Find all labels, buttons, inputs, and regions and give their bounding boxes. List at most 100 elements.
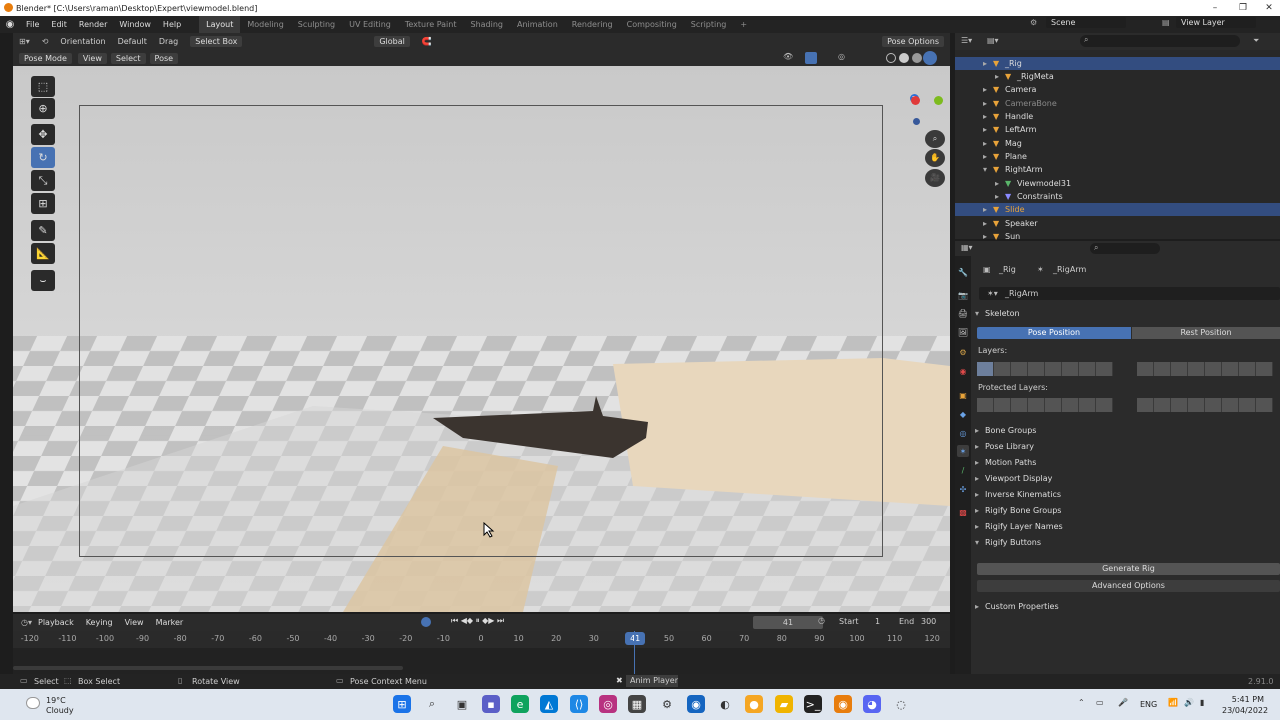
output-tab-icon[interactable]: 🖨 bbox=[957, 307, 969, 319]
clock-date[interactable]: 23/04/2022 bbox=[1222, 706, 1268, 715]
app-icon[interactable]: ◎ bbox=[599, 695, 617, 713]
skeleton-panel-header[interactable]: ▾ Skeleton bbox=[975, 305, 1280, 321]
view-layer-selector[interactable]: View Layer bbox=[1176, 17, 1256, 28]
display-mode-icon[interactable]: ▤▾ bbox=[987, 36, 999, 45]
armature-data-field[interactable]: ✶▾ _RigArm bbox=[979, 287, 1280, 300]
transform-tool-button[interactable]: ⊞ bbox=[31, 193, 55, 214]
outliner-row[interactable]: ▸ ▼ Slide bbox=[955, 203, 1280, 216]
terminal-icon[interactable]: >_ bbox=[804, 695, 822, 713]
timeline-editor-icon[interactable]: ◷▾ bbox=[21, 618, 32, 627]
tray-keyboard-icon[interactable]: ▭ bbox=[1096, 698, 1104, 707]
blender-taskbar-icon[interactable]: ◉ bbox=[834, 695, 852, 713]
outliner-row[interactable]: ▸ ▼ Constraints bbox=[955, 190, 1280, 203]
cursor-tool-button[interactable]: ⊕ bbox=[31, 98, 55, 119]
gizmo-toggle-icon[interactable] bbox=[805, 52, 817, 64]
expand-arrow-icon[interactable]: ▸ bbox=[983, 85, 993, 94]
app4-icon[interactable]: ● bbox=[745, 695, 763, 713]
select-menu[interactable]: Select bbox=[110, 52, 146, 64]
tab-rendering[interactable]: Rendering bbox=[565, 16, 620, 33]
azure-icon[interactable]: ◭ bbox=[540, 695, 558, 713]
blender-menu-icon[interactable]: ◉ bbox=[0, 19, 20, 30]
properties-editor-icon[interactable]: ▦▾ bbox=[961, 243, 973, 252]
gizmo-neg-z[interactable] bbox=[913, 118, 920, 125]
outliner-row[interactable]: ▸ ▼ _Rig bbox=[955, 57, 1280, 70]
pose-position-button[interactable]: Pose Position bbox=[977, 327, 1131, 339]
clock-time[interactable]: 5:41 PM bbox=[1222, 695, 1264, 704]
render-tab-icon[interactable]: 📷 bbox=[957, 289, 969, 301]
app5-icon[interactable]: ◌ bbox=[892, 695, 910, 713]
property-panel-header[interactable]: ▸ Viewport Display bbox=[975, 470, 1280, 486]
expand-arrow-icon[interactable]: ▸ bbox=[983, 125, 993, 134]
global-orientation-dropdown[interactable]: Global bbox=[374, 36, 410, 47]
discord-icon[interactable]: ◕ bbox=[863, 695, 881, 713]
custom-properties-panel-header[interactable]: ▸ Custom Properties bbox=[975, 598, 1280, 614]
menu-render[interactable]: Render bbox=[73, 20, 113, 29]
scene-tab-icon[interactable]: ⚙ bbox=[957, 346, 969, 358]
outliner-row[interactable]: ▸ ▼ Plane bbox=[955, 150, 1280, 163]
protected-layers-grid-b[interactable] bbox=[1137, 398, 1273, 412]
physics-tab-icon[interactable]: ◎ bbox=[957, 427, 969, 439]
overlay-icon[interactable]: ◎ bbox=[838, 52, 845, 61]
texture-tab-icon[interactable]: ▩ bbox=[957, 506, 969, 518]
pose-menu[interactable]: Pose bbox=[149, 52, 179, 64]
tab-shading[interactable]: Shading bbox=[463, 16, 510, 33]
menu-file[interactable]: File bbox=[20, 20, 45, 29]
scene-selector[interactable]: Scene bbox=[1046, 17, 1126, 28]
expand-arrow-icon[interactable]: ▸ bbox=[995, 72, 1005, 81]
playback-menu[interactable]: Playback bbox=[32, 618, 80, 627]
add-workspace-button[interactable]: + bbox=[733, 16, 754, 33]
properties-search-input[interactable]: ⌕ bbox=[1090, 243, 1160, 254]
playhead-line[interactable] bbox=[634, 631, 635, 674]
layers-grid-b[interactable] bbox=[1137, 362, 1273, 376]
app3-icon[interactable]: ◐ bbox=[716, 695, 734, 713]
outliner-editor-icon[interactable]: ☰▾ bbox=[961, 36, 972, 45]
relax-pose-tool-button[interactable]: ⌣ bbox=[31, 270, 55, 291]
tab-sculpting[interactable]: Sculpting bbox=[291, 16, 342, 33]
outliner-row[interactable]: ▸ ▼ Camera bbox=[955, 83, 1280, 96]
tab-animation[interactable]: Animation bbox=[510, 16, 565, 33]
3d-viewport[interactable]: ⬚ ⊕ ✥ ↻ ⤡ ⊞ ✎ 📐 ⌣ Z ⌕ ✋ 🎥 bbox=[13, 66, 950, 612]
outliner-row[interactable]: ▸ ▼ CameraBone bbox=[955, 97, 1280, 110]
settings-icon[interactable]: ⚙ bbox=[658, 695, 676, 713]
outliner-row[interactable]: ▸ ▼ LeftArm bbox=[955, 123, 1280, 136]
move-tool-button[interactable]: ✥ bbox=[31, 124, 55, 145]
select-box-dropdown[interactable]: Select Box bbox=[190, 36, 243, 47]
view-menu[interactable]: View bbox=[77, 52, 107, 64]
expand-arrow-icon[interactable]: ▸ bbox=[983, 219, 993, 228]
mode-dropdown[interactable]: Pose Mode bbox=[19, 52, 72, 64]
property-panel-header[interactable]: ▸ Rigify Bone Groups bbox=[975, 502, 1280, 518]
object-tab-icon[interactable]: ▣ bbox=[957, 389, 969, 401]
advanced-options-button[interactable]: Advanced Options bbox=[977, 580, 1280, 592]
material-shading-icon[interactable] bbox=[912, 53, 922, 63]
store-icon[interactable]: ▦ bbox=[628, 695, 646, 713]
rendered-shading-icon[interactable] bbox=[923, 51, 937, 65]
filter-icon[interactable]: ⏷ bbox=[1253, 36, 1259, 46]
visibility-icon[interactable]: 👁 bbox=[783, 52, 793, 61]
zoom-icon[interactable]: ⌕ bbox=[925, 130, 945, 148]
app2-icon[interactable]: ◉ bbox=[687, 695, 705, 713]
tray-chevron-icon[interactable]: ⌃ bbox=[1078, 698, 1085, 707]
world-tab-icon[interactable]: ◉ bbox=[957, 365, 969, 377]
transform-icon[interactable]: ⟲ bbox=[42, 37, 49, 46]
battery-icon[interactable]: ▮ bbox=[1200, 698, 1204, 707]
vscode-icon[interactable]: ⟨⟩ bbox=[570, 695, 588, 713]
task-view-icon[interactable]: ▣ bbox=[453, 695, 471, 713]
end-frame-field[interactable]: 300 bbox=[921, 617, 936, 626]
expand-arrow-icon[interactable]: ▸ bbox=[983, 99, 993, 108]
annotate-tool-button[interactable]: ✎ bbox=[31, 220, 55, 241]
modifier-tab-icon[interactable]: ◆ bbox=[957, 408, 969, 420]
rotate-tool-button[interactable]: ↻ bbox=[31, 147, 55, 168]
outliner-row[interactable]: ▸ ▼ Mag bbox=[955, 137, 1280, 150]
tool-tab-icon[interactable]: 🔧 bbox=[957, 266, 969, 278]
outliner-row[interactable]: ▸ ▼ Speaker bbox=[955, 217, 1280, 230]
wifi-icon[interactable]: 📶 bbox=[1168, 698, 1178, 707]
rest-position-button[interactable]: Rest Position bbox=[1132, 327, 1280, 339]
pan-icon[interactable]: ✋ bbox=[925, 149, 945, 167]
menu-help[interactable]: Help bbox=[157, 20, 187, 29]
expand-arrow-icon[interactable]: ▸ bbox=[983, 152, 993, 161]
gizmo-y-axis[interactable] bbox=[934, 96, 943, 105]
outliner-row[interactable]: ▸ ▼ Handle bbox=[955, 110, 1280, 123]
edge-icon[interactable]: e bbox=[511, 695, 529, 713]
expand-arrow-icon[interactable]: ▾ bbox=[983, 165, 993, 174]
generate-rig-button[interactable]: Generate Rig bbox=[977, 563, 1280, 575]
